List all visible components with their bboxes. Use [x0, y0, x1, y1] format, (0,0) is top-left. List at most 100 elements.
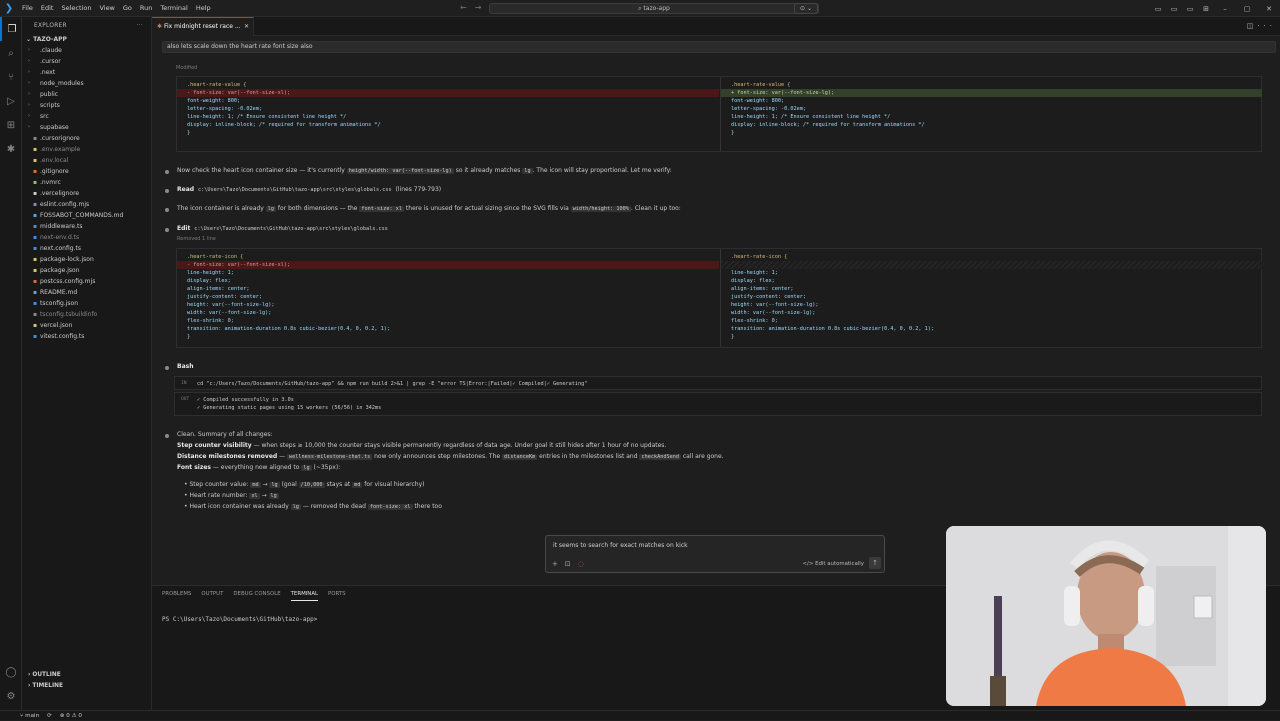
branch-indicator[interactable]: ⑂ main — [20, 711, 39, 720]
terminal-prompt[interactable]: PS C:\Users\Tazo\Documents\GitHub\tazo-a… — [162, 616, 317, 623]
explorer-title: EXPLORER — [34, 23, 67, 29]
bullet-dot — [165, 189, 169, 193]
close-tab-icon[interactable]: ✕ — [244, 18, 249, 36]
chat-input-box[interactable]: it seems to search for exact matches on … — [545, 535, 885, 573]
tree-item-label: .nvmrc — [40, 179, 61, 186]
tree-file[interactable]: ▪ eslint.config.mjs — [22, 199, 151, 210]
tree-file[interactable]: ▪ postcss.config.mjs — [22, 276, 151, 287]
add-context-icon[interactable]: + — [552, 560, 565, 568]
file-icon: ▪ — [32, 333, 38, 340]
panel-tab-debug-console[interactable]: DEBUG CONSOLE — [233, 588, 280, 600]
outline-section[interactable]: › OUTLINE — [22, 670, 152, 681]
menu-edit[interactable]: Edit — [37, 0, 58, 17]
tree-file[interactable]: ▪ .cursorignore — [22, 133, 151, 144]
summary-bullet: • Step counter value: md → lg (goal /10,… — [184, 481, 425, 488]
panel-tab-ports[interactable]: PORTS — [328, 588, 346, 600]
send-button[interactable]: ↑ — [869, 557, 881, 569]
search-activity-icon[interactable]: ⌕ — [0, 41, 22, 65]
run-debug-icon[interactable]: ▷ — [0, 89, 22, 113]
attach-file-icon[interactable]: ⊡ — [565, 560, 578, 568]
code-line: line-height: 1; — [187, 270, 234, 276]
sync-icon[interactable]: ⟳ — [47, 711, 52, 720]
back-arrow-icon[interactable]: ← — [460, 3, 475, 12]
file-icon: ▪ — [32, 201, 38, 208]
tree-folder[interactable]: › .claude — [22, 45, 151, 56]
diff-right-pane: .heart-rate-value {+ font-size: var(--fo… — [720, 77, 1262, 151]
account-icon[interactable]: ◯ — [0, 660, 22, 684]
menu-terminal[interactable]: Terminal — [156, 0, 191, 17]
tree-file[interactable]: ▪ vercel.json — [22, 320, 151, 331]
tree-folder[interactable]: › .next — [22, 67, 151, 78]
tree-folder[interactable]: › scripts — [22, 100, 151, 111]
maximize-button[interactable]: ▢ — [1236, 5, 1258, 13]
tree-file[interactable]: ▪ package.json — [22, 265, 151, 276]
tree-file[interactable]: ▪ .env.example — [22, 144, 151, 155]
layout-sidebar-icon[interactable]: ▭ — [1150, 5, 1166, 13]
more-actions-icon[interactable]: ··· — [137, 17, 143, 35]
tree-file[interactable]: ▪ .gitignore — [22, 166, 151, 177]
tree-item-label: FOSSABOT_COMMANDS.md — [40, 212, 124, 219]
claude-icon[interactable]: ✱ — [0, 137, 22, 161]
manage-gear-icon[interactable]: ⚙ — [0, 684, 22, 708]
chat-input-text[interactable]: it seems to search for exact matches on … — [553, 542, 688, 549]
panel-tab-problems[interactable]: PROBLEMS — [162, 588, 191, 600]
layout-customize-icon[interactable]: ⊞ — [1198, 5, 1214, 13]
split-editor-icon[interactable]: ◫ — [1247, 22, 1258, 30]
layout-secondary-icon[interactable]: ▭ — [1182, 5, 1198, 13]
minimize-button[interactable]: – — [1214, 5, 1236, 13]
menu-file[interactable]: File — [18, 0, 37, 17]
layout-panel-icon[interactable]: ▭ — [1166, 5, 1182, 13]
edit-mode-toggle[interactable]: </> Edit automatically — [803, 561, 864, 567]
explorer-icon[interactable]: ❐ — [0, 17, 22, 41]
tree-folder[interactable]: › supabase — [22, 122, 151, 133]
tree-file[interactable]: ▪ package-lock.json — [22, 254, 151, 265]
close-button[interactable]: ✕ — [1258, 5, 1280, 13]
tree-item-label: next-env.d.ts — [40, 234, 80, 241]
panel-tab-output[interactable]: OUTPUT — [201, 588, 223, 600]
explorer-header: EXPLORER ··· — [22, 17, 151, 35]
source-control-icon[interactable]: ⑂ — [0, 65, 22, 89]
tree-folder[interactable]: › src — [22, 111, 151, 122]
code-line: align-items: center; — [731, 286, 794, 292]
menu-view[interactable]: View — [95, 0, 118, 17]
forward-arrow-icon[interactable]: → — [475, 3, 490, 12]
project-root[interactable]: ⌄ TAZO-APP — [22, 35, 151, 45]
tree-item-label: tsconfig.json — [40, 300, 79, 307]
menu-run[interactable]: Run — [136, 0, 156, 17]
tree-folder[interactable]: › .cursor — [22, 56, 151, 67]
editor-more-icon[interactable]: ··· — [1257, 22, 1276, 30]
nav-arrows[interactable]: ←→ — [460, 3, 489, 12]
chevron-right-icon: › — [28, 102, 30, 108]
copilot-button[interactable]: ⊙ ⌄ — [794, 3, 818, 14]
file-icon: ▪ — [32, 179, 38, 186]
menu-help[interactable]: Help — [192, 0, 215, 17]
tree-file[interactable]: ▪ .env.local — [22, 155, 151, 166]
tree-file[interactable]: ▪ next.config.ts — [22, 243, 151, 254]
tree-file[interactable]: ▪ .vercelignore — [22, 188, 151, 199]
menu-go[interactable]: Go — [119, 0, 136, 17]
tree-file[interactable]: ▪ tsconfig.tsbuildinfo — [22, 309, 151, 320]
tree-file[interactable]: ▪ README.md — [22, 287, 151, 298]
tree-folder[interactable]: › node_modules — [22, 78, 151, 89]
file-icon: ▪ — [32, 157, 38, 164]
command-center-search[interactable]: ⌕ tazo-app — [489, 3, 819, 14]
tree-folder[interactable]: › public — [22, 89, 151, 100]
tree-file[interactable]: ▪ next-env.d.ts — [22, 232, 151, 243]
input-toolbar: +⊡◌ — [552, 560, 591, 568]
tree-file[interactable]: ▪ middleware.ts — [22, 221, 151, 232]
timeline-section[interactable]: › TIMELINE — [22, 681, 152, 692]
tree-file[interactable]: ▪ FOSSABOT_COMMANDS.md — [22, 210, 151, 221]
tab-claude-chat[interactable]: ✱ Fix midnight reset race ... ✕ — [152, 17, 254, 36]
code-line: - font-size: var(--font-size-xl); — [177, 261, 719, 269]
problems-indicator[interactable]: ⊗ 0 ⚠ 0 — [60, 711, 82, 720]
extensions-icon[interactable]: ⊞ — [0, 113, 22, 137]
tree-file[interactable]: ▪ vitest.config.ts — [22, 331, 151, 342]
stop-icon[interactable]: ◌ — [578, 560, 591, 568]
menu-selection[interactable]: Selection — [57, 0, 95, 17]
panel-tab-terminal[interactable]: TERMINAL — [290, 588, 319, 601]
file-icon: ▪ — [32, 168, 38, 175]
code-line: .heart-rate-icon { — [731, 254, 788, 260]
tree-file[interactable]: ▪ .nvmrc — [22, 177, 151, 188]
code-line: display: flex; — [731, 278, 775, 284]
tree-file[interactable]: ▪ tsconfig.json — [22, 298, 151, 309]
